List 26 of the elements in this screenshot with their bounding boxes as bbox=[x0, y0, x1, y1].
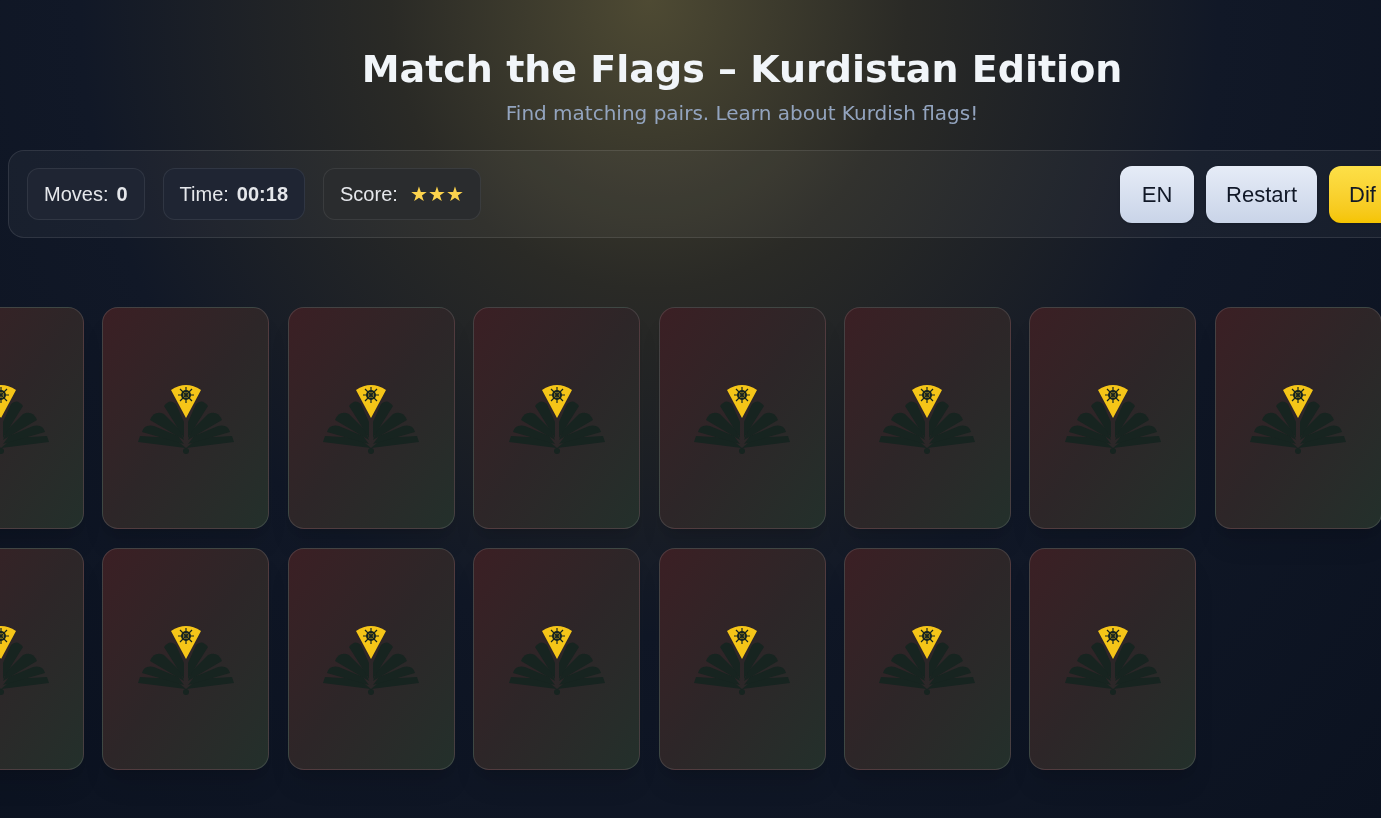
stat-value: 0 bbox=[116, 182, 128, 207]
memory-card[interactable] bbox=[658, 307, 826, 529]
memory-card[interactable] bbox=[658, 548, 826, 770]
difficulty-button[interactable]: Dif bbox=[1329, 165, 1381, 223]
memory-card[interactable] bbox=[1029, 307, 1197, 529]
memory-card[interactable] bbox=[1214, 307, 1381, 529]
toolbar-button[interactable]: EN bbox=[1120, 165, 1195, 223]
star-icon: ★ bbox=[409, 184, 428, 204]
memory-card[interactable] bbox=[473, 548, 641, 770]
star-icon: ★ bbox=[445, 184, 464, 204]
score-label: Score: bbox=[340, 182, 398, 207]
page-title: Match the Flags – Kurdistan Edition bbox=[361, 46, 1123, 93]
stat-label: Time: bbox=[179, 182, 229, 207]
stat-label: Moves: bbox=[44, 182, 109, 207]
subtitle: Find matching pairs. Learn about Kurdish flags! bbox=[505, 100, 979, 127]
memory-card[interactable] bbox=[287, 307, 455, 529]
star-icon: ★ bbox=[427, 184, 446, 204]
memory-card[interactable] bbox=[843, 307, 1011, 529]
memory-card[interactable] bbox=[287, 548, 455, 770]
memory-card[interactable] bbox=[1029, 548, 1197, 770]
stat-value: 00:18 bbox=[236, 182, 288, 207]
memory-card[interactable] bbox=[843, 548, 1011, 770]
memory-card[interactable] bbox=[102, 307, 270, 529]
toolbar-button[interactable]: Restart bbox=[1206, 165, 1317, 223]
memory-card[interactable] bbox=[102, 548, 270, 770]
memory-card[interactable] bbox=[473, 307, 641, 529]
